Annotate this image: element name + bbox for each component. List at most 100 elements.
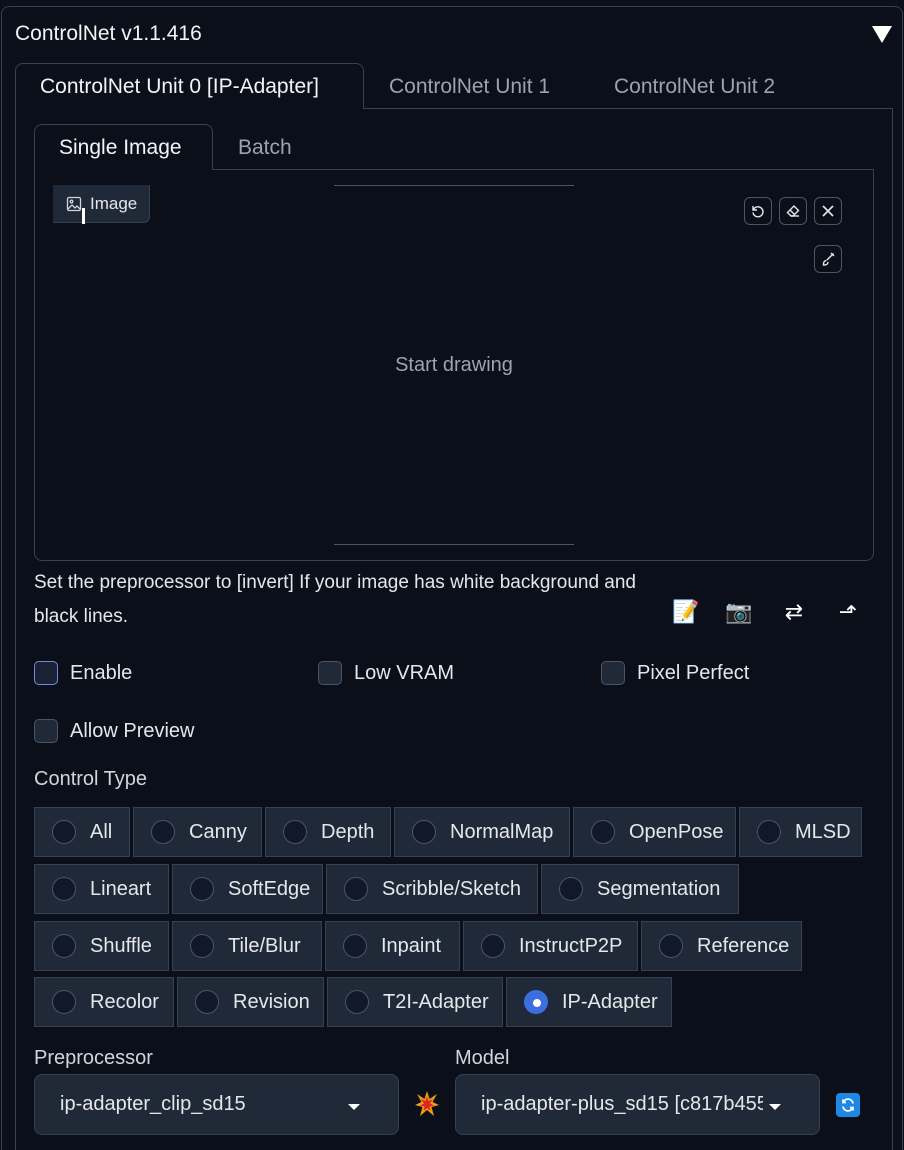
brush-button[interactable]: [814, 245, 842, 273]
radio-label: OpenPose: [629, 820, 724, 843]
radio-inpaint[interactable]: Inpaint: [325, 921, 460, 971]
preprocessor-hint: Set the preprocessor to [invert] If your…: [34, 572, 636, 627]
preprocessor-label: Preprocessor: [34, 1047, 153, 1069]
radio-dot[interactable]: [559, 877, 583, 901]
allow-preview-checkbox[interactable]: Allow Preview: [34, 719, 194, 743]
enable-checkbox[interactable]: Enable: [34, 661, 132, 685]
chevron-down-icon: [769, 1104, 781, 1110]
tab-unit-1[interactable]: ControlNet Unit 1: [364, 63, 589, 109]
radio-normalmap[interactable]: NormalMap: [394, 807, 570, 857]
radio-dot[interactable]: [52, 820, 76, 844]
control-type-row: Recolor Revision T2I-Adapter IP-Adapter: [34, 977, 672, 1027]
tab-unit-2[interactable]: ControlNet Unit 2: [589, 63, 814, 109]
pixel-perfect-checkbox[interactable]: Pixel Perfect: [601, 661, 749, 685]
radio-dot[interactable]: [190, 877, 214, 901]
radio-label: Reference: [697, 934, 790, 957]
radio-segmentation[interactable]: Segmentation: [541, 864, 739, 914]
checkbox-box[interactable]: [34, 661, 58, 685]
tab-single-image[interactable]: Single Image: [34, 124, 213, 170]
explosion-icon[interactable]: [414, 1090, 440, 1118]
close-icon: [822, 205, 834, 217]
radio-depth[interactable]: Depth: [265, 807, 391, 857]
collapse-triangle-icon[interactable]: [872, 26, 892, 43]
clear-button[interactable]: [814, 197, 842, 225]
radio-all[interactable]: All: [34, 807, 130, 857]
radio-scribble-sketch[interactable]: Scribble/Sketch: [326, 864, 538, 914]
radio-label: IP-Adapter: [562, 990, 658, 1013]
model-dropdown[interactable]: ip-adapter-plus_sd15 [c817b455]: [455, 1074, 820, 1135]
radio-lineart[interactable]: Lineart: [34, 864, 169, 914]
radio-dot[interactable]: [190, 934, 214, 958]
checkbox-box[interactable]: [34, 719, 58, 743]
camera-icon[interactable]: 📷: [724, 597, 754, 627]
control-type-label: Control Type: [34, 768, 148, 790]
undo-button[interactable]: [744, 197, 772, 225]
preprocessor-value: ip-adapter_clip_sd15: [60, 1093, 246, 1115]
radio-dot[interactable]: [195, 990, 219, 1014]
radio-label: Lineart: [90, 877, 152, 900]
radio-instructp2p[interactable]: InstructP2P: [463, 921, 638, 971]
radio-label: Tile/Blur: [228, 934, 301, 957]
pixel-perfect-label: Pixel Perfect: [637, 661, 750, 684]
divider: [334, 185, 574, 186]
radio-reference[interactable]: Reference: [641, 921, 802, 971]
radio-dot[interactable]: [345, 990, 369, 1014]
radio-dot[interactable]: [52, 877, 76, 901]
radio-canny[interactable]: Canny: [133, 807, 262, 857]
radio-label: All: [90, 820, 113, 843]
radio-openpose[interactable]: OpenPose: [573, 807, 736, 857]
radio-dot[interactable]: [591, 820, 615, 844]
radio-tile-blur[interactable]: Tile/Blur: [172, 921, 322, 971]
undo-icon: [752, 206, 764, 218]
allow-preview-label: Allow Preview: [70, 719, 195, 742]
radio-dot[interactable]: [481, 934, 505, 958]
text-cursor-icon: [82, 208, 85, 224]
radio-recolor[interactable]: Recolor: [34, 977, 174, 1027]
control-type-row: All Canny Depth NormalMap OpenPose MLSD: [34, 807, 862, 857]
chevron-down-icon: [348, 1104, 360, 1110]
checkbox-box[interactable]: [601, 661, 625, 685]
eraser-button[interactable]: [779, 197, 807, 225]
radio-label: MLSD: [795, 820, 851, 843]
radio-dot-selected[interactable]: [524, 990, 548, 1014]
radio-dot[interactable]: [757, 820, 781, 844]
radio-revision[interactable]: Revision: [177, 977, 324, 1027]
radio-dot[interactable]: [659, 934, 683, 958]
preprocessor-dropdown[interactable]: ip-adapter_clip_sd15: [34, 1074, 399, 1135]
radio-label: Segmentation: [597, 877, 721, 900]
control-type-row: Shuffle Tile/Blur Inpaint InstructP2P Re…: [34, 921, 802, 971]
image-tabs: Single Image Batch: [34, 124, 320, 170]
radio-dot[interactable]: [283, 820, 307, 844]
radio-dot[interactable]: [343, 934, 367, 958]
radio-mlsd[interactable]: MLSD: [739, 807, 862, 857]
low-vram-checkbox[interactable]: Low VRAM: [318, 661, 454, 685]
swap-arrows-icon[interactable]: ⇄: [779, 597, 809, 627]
radio-label: Scribble/Sketch: [382, 877, 521, 900]
radio-softedge[interactable]: SoftEdge: [172, 864, 323, 914]
radio-dot[interactable]: [151, 820, 175, 844]
tab-unit-0[interactable]: ControlNet Unit 0 [IP-Adapter]: [15, 63, 364, 109]
radio-shuffle[interactable]: Shuffle: [34, 921, 169, 971]
radio-dot[interactable]: [344, 877, 368, 901]
radio-t2i-adapter[interactable]: T2I-Adapter: [327, 977, 503, 1027]
radio-label: Shuffle: [90, 934, 152, 957]
radio-label: Recolor: [90, 990, 159, 1013]
send-arrow-icon[interactable]: ⬏: [833, 597, 863, 627]
panel-title[interactable]: ControlNet v1.1.416: [15, 22, 202, 46]
radio-label: InstructP2P: [519, 934, 623, 957]
radio-label: T2I-Adapter: [383, 990, 489, 1013]
refresh-models-button[interactable]: [836, 1093, 860, 1117]
radio-dot[interactable]: [412, 820, 436, 844]
image-label-text: Image: [90, 193, 138, 213]
checkbox-box[interactable]: [318, 661, 342, 685]
tab-batch[interactable]: Batch: [213, 124, 320, 170]
image-label: Image: [53, 185, 151, 223]
radio-label: Depth: [321, 820, 375, 843]
radio-dot[interactable]: [52, 990, 76, 1014]
divider: [334, 544, 574, 545]
radio-ip-adapter[interactable]: IP-Adapter: [506, 977, 672, 1027]
edit-memo-icon[interactable]: 📝: [671, 597, 701, 627]
enable-label: Enable: [70, 661, 133, 684]
radio-dot[interactable]: [52, 934, 76, 958]
image-icon: [66, 196, 82, 211]
